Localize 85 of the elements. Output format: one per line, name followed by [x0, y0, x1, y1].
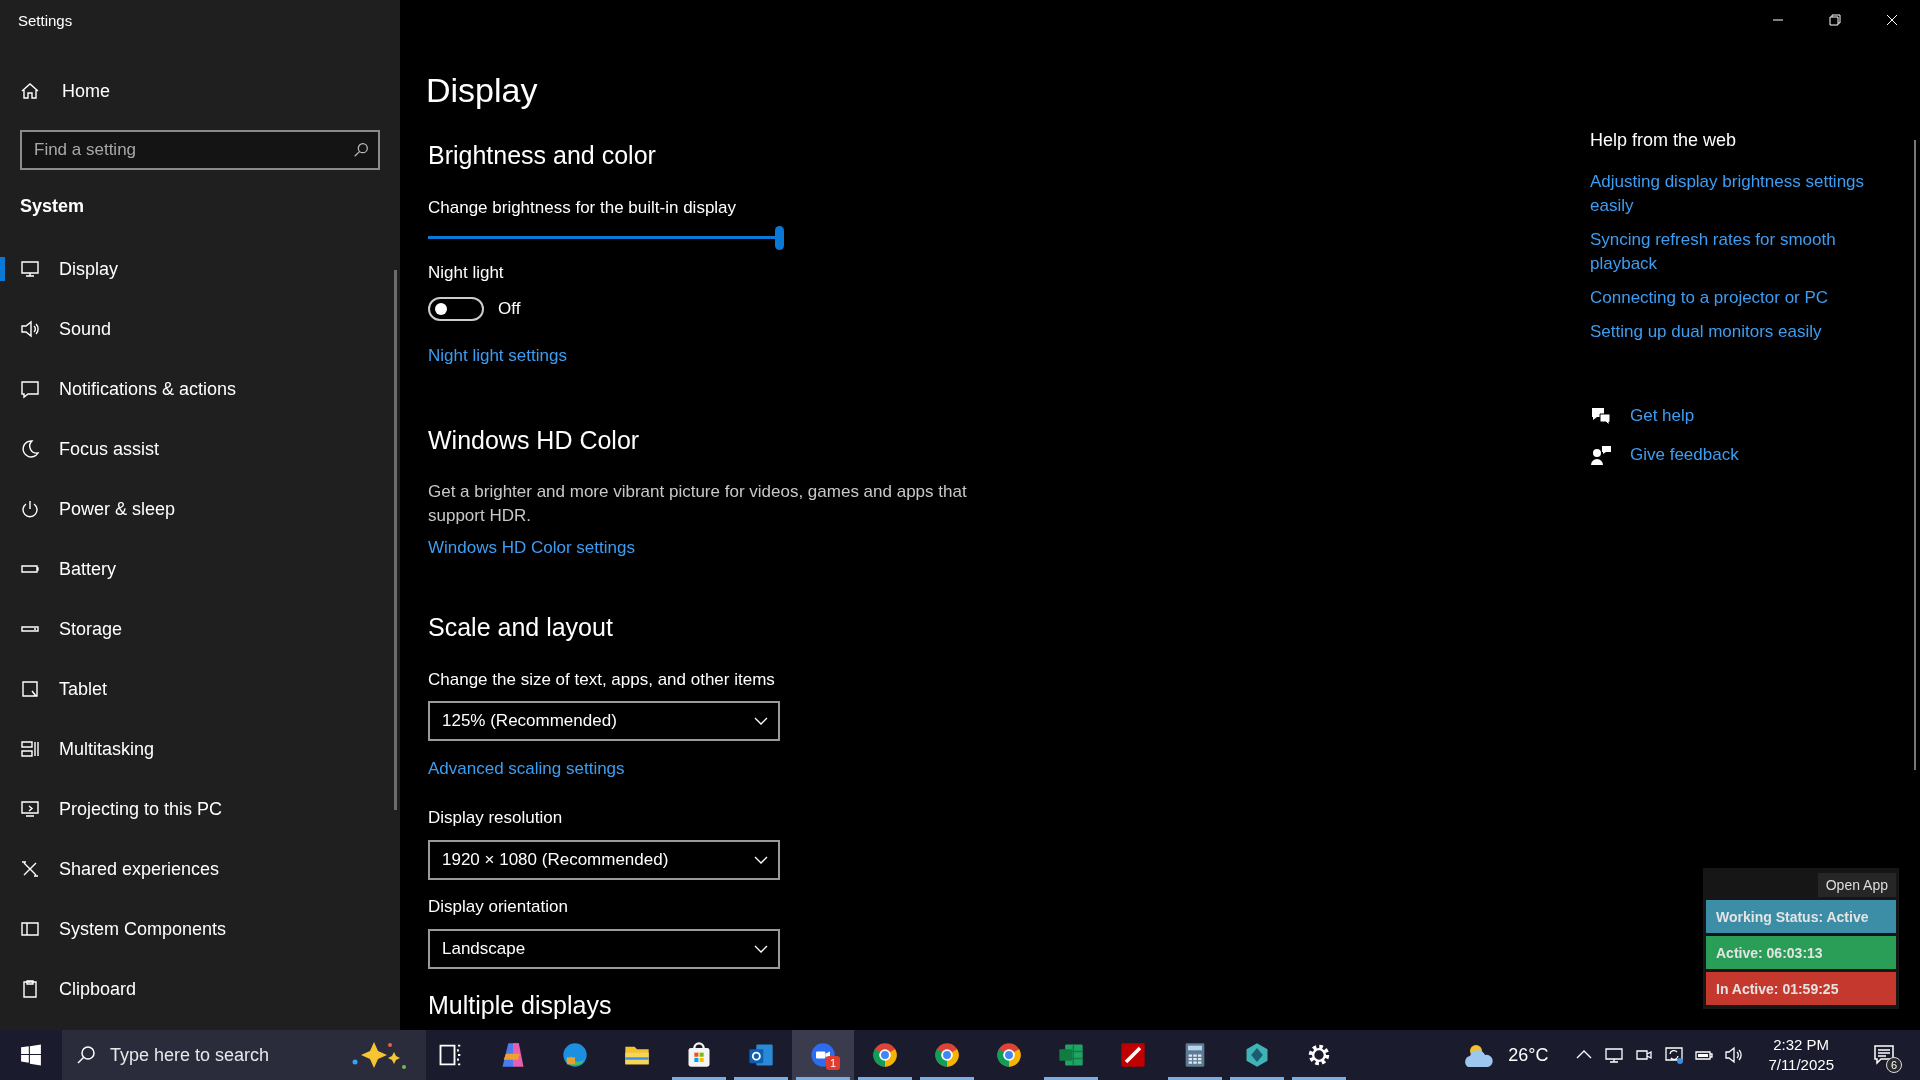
sidebar-item[interactable]: Focus assist [0, 419, 400, 479]
window-title: Settings [17, 11, 74, 31]
section-heading: Scale and layout [428, 612, 613, 643]
night-light-toggle[interactable] [428, 297, 484, 321]
scale-dropdown[interactable]: 125% (Recommended) [428, 701, 780, 741]
edge-icon [561, 1041, 589, 1069]
orientation-label: Display orientation [428, 896, 568, 918]
sidebar-item[interactable]: Projecting to this PC [0, 779, 400, 839]
window-icon [20, 919, 40, 939]
help-link[interactable]: Setting up dual monitors easily [1590, 320, 1822, 344]
clock[interactable]: 2:32 PM 7/11/2025 [1768, 1035, 1834, 1075]
page-title: Display [426, 70, 538, 111]
message-icon [20, 379, 40, 399]
notifications-icon[interactable] [1872, 1043, 1896, 1067]
speaker-icon[interactable] [1724, 1045, 1745, 1065]
home-link[interactable]: Home [0, 70, 140, 112]
power-icon [20, 499, 40, 519]
section-heading: Brightness and color [428, 140, 656, 171]
restore-icon [1828, 14, 1841, 26]
hdr-description: Get a brighter and more vibrant picture for videos, games and apps that support HDR. [428, 481, 968, 527]
person-feedback-icon [1590, 445, 1612, 465]
sidebar-item[interactable]: Battery [0, 539, 400, 599]
night-light-link[interactable]: Night light settings [428, 345, 567, 367]
scrollbar[interactable] [1914, 140, 1916, 770]
clipboard-icon [20, 979, 40, 999]
tablet-icon [20, 679, 40, 699]
status-bar: Active: 06:03:13 [1706, 936, 1896, 969]
help-link[interactable]: Syncing refresh rates for smooth playback [1590, 228, 1890, 276]
monitor-icon [20, 259, 40, 279]
sync-icon[interactable] [1664, 1045, 1685, 1065]
projector-icon [20, 799, 40, 819]
help-link[interactable]: Connecting to a projector or PC [1590, 286, 1829, 310]
moon-icon [20, 439, 40, 459]
sidebar-item[interactable]: Clipboard [0, 959, 400, 1019]
status-bar: Working Status: Active [1706, 900, 1896, 933]
hd-color-link[interactable]: Windows HD Color settings [428, 537, 635, 559]
temperature[interactable]: 26°C [1508, 1044, 1549, 1066]
sidebar-item[interactable]: Storage [0, 599, 400, 659]
section-heading: Windows HD Color [428, 425, 640, 456]
taskbar-app[interactable]: 1 [792, 1030, 854, 1080]
browser-icon [995, 1041, 1023, 1069]
section-title: System [20, 196, 86, 218]
notification-badge: 1 [826, 1056, 841, 1070]
open-app-button[interactable]: Open App [1817, 873, 1896, 897]
browser-icon [933, 1041, 961, 1069]
sidebar-item[interactable]: Notifications & actions [0, 359, 400, 419]
sidebar-item[interactable]: Sound [0, 299, 400, 359]
status-bar: In Active: 01:59:25 [1706, 972, 1896, 1005]
chevron-down-icon [754, 945, 768, 953]
sidebar-item[interactable]: Multitasking [0, 719, 400, 779]
size-label: Change the size of text, apps, and other items [428, 669, 775, 691]
brightness-label: Change brightness for the built-in display [428, 197, 737, 219]
help-heading: Help from the web [1590, 129, 1737, 152]
section-heading: Multiple displays [428, 990, 612, 1021]
search-field[interactable]: Find a setting [20, 130, 380, 170]
ftp-app-icon [1119, 1041, 1147, 1069]
give-feedback-link[interactable]: Give feedback [1630, 445, 1739, 465]
orientation-dropdown[interactable]: Landscape [428, 929, 780, 969]
windows-logo-icon [20, 1044, 42, 1066]
browser-icon [871, 1041, 899, 1069]
search-icon [352, 141, 370, 159]
speaker-icon [20, 319, 40, 339]
sidebar-item[interactable]: Tablet [0, 659, 400, 719]
chat-bubbles-icon [1590, 406, 1612, 426]
chevron-down-icon [754, 717, 768, 725]
resolution-dropdown[interactable]: 1920 × 1080 (Recommended) [428, 840, 780, 880]
night-light-label: Night light [428, 262, 504, 284]
close-icon [1885, 14, 1898, 26]
sidebar-item[interactable]: Power & sleep [0, 479, 400, 539]
chevron-down-icon [754, 856, 768, 864]
network-icon[interactable] [1604, 1045, 1625, 1065]
multitasking-icon [20, 739, 40, 759]
sidebar-item[interactable]: Display [0, 239, 400, 299]
get-help-link[interactable]: Get help [1630, 406, 1695, 426]
resolution-label: Display resolution [428, 807, 563, 829]
sidebar-item[interactable]: System Components [0, 899, 400, 959]
toggle-state: Off [498, 299, 521, 319]
help-link[interactable]: Adjusting display brightness settings easily [1590, 170, 1890, 218]
advanced-scaling-link[interactable]: Advanced scaling settings [428, 758, 625, 780]
taskbar-search-field[interactable]: Type here to search [62, 1030, 426, 1080]
notification-count: 6 [1886, 1057, 1902, 1073]
share-icon [20, 859, 40, 879]
scrollbar[interactable] [394, 270, 397, 810]
sidebar-item[interactable]: Shared experiences [0, 839, 400, 899]
home-icon [20, 81, 40, 101]
